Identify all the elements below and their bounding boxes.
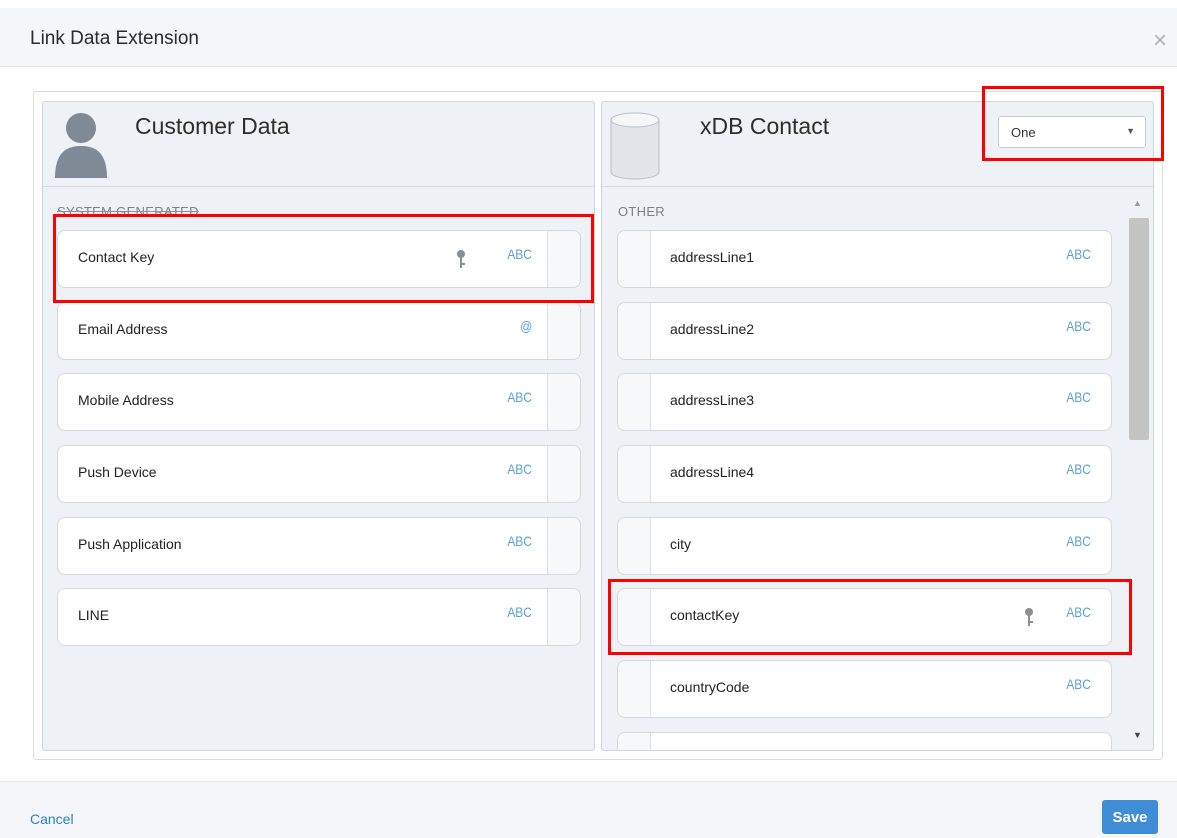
drag-handle[interactable] <box>547 446 580 502</box>
drag-handle[interactable] <box>547 303 580 359</box>
target-field-row[interactable]: city ABC <box>617 517 1112 575</box>
target-field-row[interactable]: countryCode ABC <box>617 660 1112 718</box>
source-field-row[interactable]: LINE ABC <box>57 588 581 646</box>
scroll-up-icon[interactable]: ▲ <box>1133 198 1142 208</box>
highlight-contactkey-field <box>608 579 1132 655</box>
highlight-contact-key <box>53 214 594 303</box>
target-field-row[interactable]: addressLine4 ABC <box>617 445 1112 503</box>
field-type: ABC <box>507 533 532 549</box>
source-field-row[interactable]: Push Device ABC <box>57 445 581 503</box>
close-icon[interactable]: × <box>1149 29 1171 53</box>
source-field-row[interactable]: Email Address @ <box>57 302 581 360</box>
field-name: Mobile Address <box>78 392 174 408</box>
field-name: Push Application <box>78 536 182 552</box>
drop-target[interactable] <box>618 303 651 359</box>
target-field-row[interactable]: addressLine1 ABC <box>617 230 1112 288</box>
scrollbar-thumb[interactable] <box>1129 218 1149 440</box>
field-type: ABC <box>507 461 532 477</box>
target-field-row[interactable]: addressLine3 ABC <box>617 373 1112 431</box>
field-name: addressLine3 <box>670 392 755 408</box>
field-type: ABC <box>1066 246 1091 262</box>
drop-target[interactable] <box>618 733 651 750</box>
dialog-title: Link Data Extension <box>30 28 199 49</box>
field-name: addressLine2 <box>670 321 755 337</box>
cancel-link[interactable]: Cancel <box>30 811 74 827</box>
field-name: city <box>670 536 691 552</box>
field-type: ABC <box>1066 533 1091 549</box>
field-type: ABC <box>1066 389 1091 405</box>
field-type: ABC <box>1066 461 1091 477</box>
field-type: ABC <box>507 389 532 405</box>
customer-data-panel: Customer Data SYSTEM GENERATED Contact K… <box>42 101 595 751</box>
target-field-row[interactable]: addressLine2 ABC <box>617 302 1112 360</box>
drag-handle[interactable] <box>547 589 580 645</box>
field-name: Push Device <box>78 464 157 480</box>
field-name: countryCode <box>670 679 750 695</box>
person-icon <box>55 113 107 178</box>
dialog-footer: Cancel Save <box>0 781 1177 838</box>
customer-data-header: Customer Data <box>43 102 594 187</box>
scroll-down-icon[interactable]: ▼ <box>1133 730 1142 740</box>
drop-target[interactable] <box>618 518 651 574</box>
field-type: ABC <box>507 604 532 620</box>
field-type: ABC <box>1066 318 1091 334</box>
source-field-row[interactable]: Mobile Address ABC <box>57 373 581 431</box>
dialog-header: Link Data Extension × <box>0 8 1177 67</box>
section-label-other: OTHER <box>618 204 665 219</box>
xdb-contact-title: xDB Contact <box>700 113 830 139</box>
field-name: LINE <box>78 607 110 623</box>
field-name: Email Address <box>78 321 168 337</box>
drop-target[interactable] <box>618 661 651 717</box>
field-name: addressLine1 <box>670 249 755 265</box>
field-list-scrollbar[interactable]: ▲ ▼ <box>1126 190 1152 750</box>
drop-target[interactable] <box>618 446 651 502</box>
field-type: ABC <box>1066 676 1091 692</box>
drag-handle[interactable] <box>547 374 580 430</box>
field-name: addressLine4 <box>670 464 755 480</box>
drag-handle[interactable] <box>547 518 580 574</box>
customer-data-title: Customer Data <box>135 113 290 139</box>
database-icon <box>610 112 660 180</box>
target-field-row-partial[interactable] <box>617 732 1112 750</box>
field-type: @ <box>519 318 532 334</box>
highlight-relationship-select <box>982 86 1164 161</box>
save-button[interactable]: Save <box>1102 800 1158 834</box>
drop-target[interactable] <box>618 231 651 287</box>
source-field-row[interactable]: Push Application ABC <box>57 517 581 575</box>
drop-target[interactable] <box>618 374 651 430</box>
